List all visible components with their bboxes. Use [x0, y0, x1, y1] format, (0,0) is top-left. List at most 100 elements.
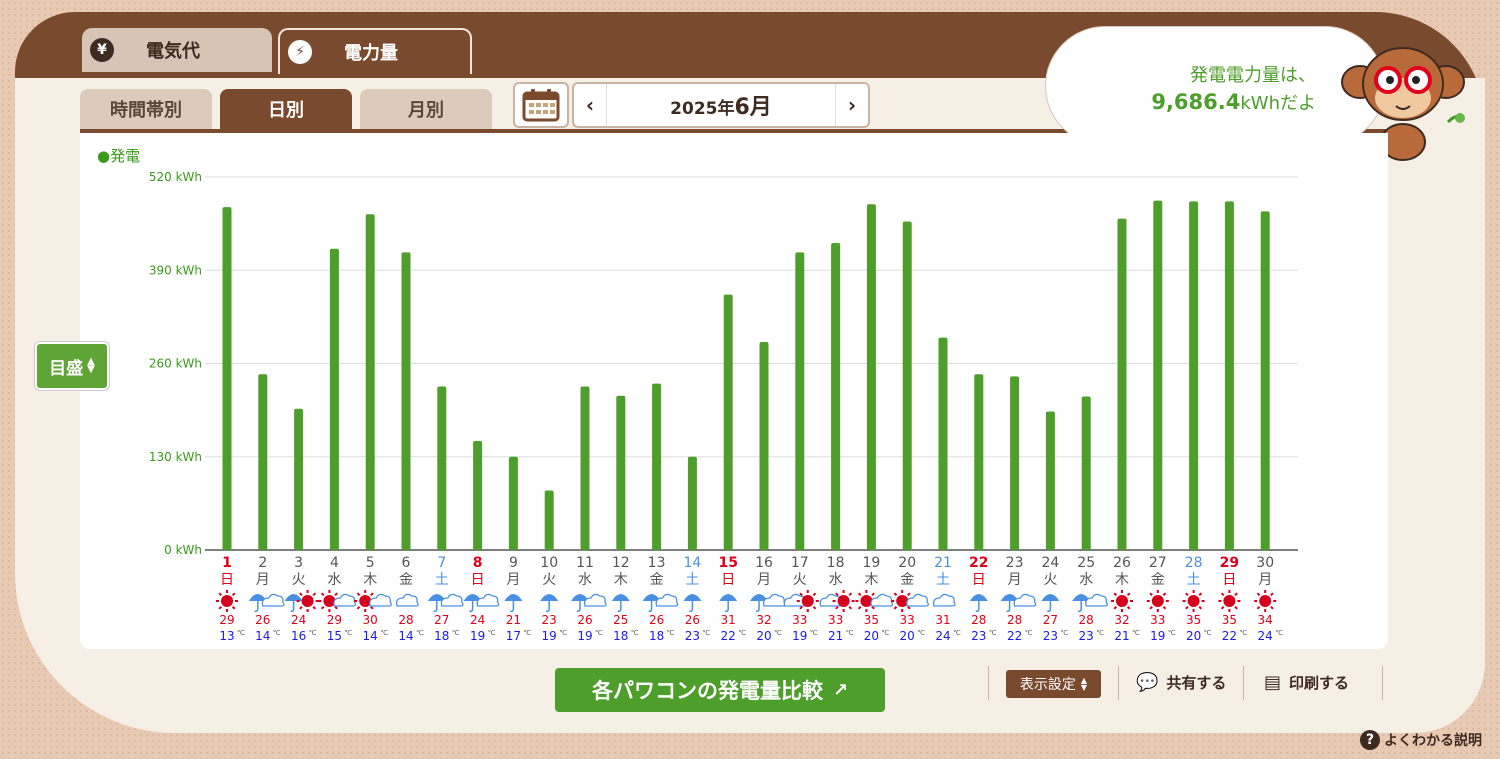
y-tick-label: 130 kWh: [149, 450, 202, 464]
x-tick-weekday: 金: [650, 572, 664, 588]
x-tick-day: 1: [222, 555, 232, 571]
y-tick-label: 260 kWh: [149, 357, 202, 371]
x-tick-weekday: 水: [327, 572, 341, 588]
temp-unit: ℃: [1275, 629, 1283, 637]
high-temp: 28: [1079, 613, 1094, 627]
x-tick-weekday: 土: [936, 572, 950, 588]
x-tick-weekday: 日: [972, 572, 986, 588]
x-tick-day: 2: [258, 555, 267, 571]
low-temp: 24: [1258, 629, 1273, 643]
x-tick-day: 13: [648, 555, 666, 571]
sun-ray: [218, 605, 223, 610]
print-icon: ▤: [1264, 672, 1282, 693]
x-tick-weekday: 土: [435, 572, 449, 588]
bar: [544, 490, 554, 550]
sun-ray: [1149, 592, 1153, 597]
sun-ray: [907, 592, 911, 597]
low-temp: 13: [219, 629, 234, 643]
display-settings-button[interactable]: 表示設定 ▲ ▼: [1006, 670, 1101, 698]
x-tick-weekday: 火: [292, 572, 306, 588]
low-temp: 21: [828, 629, 843, 643]
low-temp: 15: [327, 629, 342, 643]
temp-unit: ℃: [344, 629, 352, 637]
bar: [795, 252, 805, 550]
bar: [938, 337, 948, 550]
sun-ray: [334, 605, 338, 610]
sun-icon: [1116, 595, 1128, 607]
high-temp: 31: [935, 613, 950, 627]
compare-inverters-button[interactable]: 各パワコンの発電量比較 ↗: [555, 668, 885, 712]
compare-inverters-label: 各パワコンの発電量比較: [591, 679, 823, 703]
sun-ray: [1198, 592, 1203, 597]
temp-unit: ℃: [846, 629, 854, 637]
x-tick-weekday: 月: [1008, 572, 1022, 588]
temp-unit: ℃: [1239, 629, 1247, 637]
generation-chart: 0 kWh130 kWh260 kWh390 kWh520 kWh1日2913 ℃…: [149, 170, 1298, 643]
high-temp: 28: [398, 613, 413, 627]
umbrella-handle: [1047, 601, 1052, 612]
temp-unit: ℃: [1096, 629, 1104, 637]
low-temp: 19: [792, 629, 807, 643]
sun-ray: [799, 592, 803, 597]
x-tick-weekday: 日: [471, 572, 485, 588]
x-tick-weekday: 火: [1043, 572, 1057, 588]
sun-ray: [1270, 605, 1274, 610]
temp-unit: ℃: [702, 629, 710, 637]
temp-unit: ℃: [273, 629, 281, 637]
high-temp: 27: [434, 613, 449, 627]
sun-icon: [1187, 595, 1200, 607]
umbrella-handle: [469, 601, 474, 612]
x-tick-day: 16: [755, 555, 773, 571]
bar: [1081, 396, 1091, 550]
x-tick-day: 18: [827, 555, 845, 571]
x-tick-weekday: 木: [614, 572, 628, 588]
x-tick-day: 11: [576, 555, 594, 571]
divider: [1118, 666, 1119, 700]
x-tick-day: 19: [862, 555, 880, 571]
sun-ray: [893, 592, 898, 597]
share-button[interactable]: 💬 共有する: [1136, 672, 1226, 693]
low-temp: 18: [434, 629, 449, 643]
sun-ray: [812, 592, 817, 597]
sun-ray: [907, 605, 911, 610]
x-tick-weekday: 日: [721, 572, 735, 588]
low-temp: 24: [935, 629, 950, 643]
cloud-icon: [476, 593, 500, 607]
sun-icon: [301, 595, 314, 607]
temp-unit: ℃: [595, 629, 603, 637]
temp-unit: ℃: [810, 629, 818, 637]
x-tick-day: 28: [1185, 555, 1203, 571]
sun-icon: [801, 595, 814, 607]
umbrella-handle: [545, 601, 550, 612]
bar: [616, 395, 626, 550]
x-tick-day: 9: [509, 555, 518, 571]
divider: [988, 666, 989, 700]
x-tick-weekday: 月: [1258, 572, 1272, 588]
umbrella-handle: [975, 601, 980, 612]
x-tick-day: 3: [294, 555, 303, 571]
x-tick-day: 7: [437, 555, 446, 571]
cloud-icon: [1085, 593, 1108, 607]
sun-ray: [356, 592, 361, 597]
display-settings-label: 表示設定: [1019, 677, 1076, 693]
high-temp: 32: [1114, 613, 1129, 627]
external-link-icon: ↗: [832, 679, 849, 701]
high-temp: 34: [1258, 613, 1273, 627]
umbrella-icon: [611, 594, 630, 601]
bar: [723, 294, 733, 550]
scale-button[interactable]: 目盛 ▲ ▼: [35, 342, 109, 390]
sun-ray: [356, 605, 361, 610]
high-temp: 33: [828, 613, 843, 627]
x-tick-weekday: 土: [1187, 572, 1201, 588]
umbrella-icon: [969, 594, 988, 601]
high-temp: 33: [792, 613, 807, 627]
bar: [1045, 411, 1055, 550]
bar: [866, 204, 876, 550]
bar: [687, 456, 697, 550]
bar: [365, 214, 375, 551]
sun-ray: [1185, 592, 1189, 597]
x-tick-day: 4: [330, 555, 339, 571]
temp-unit: ℃: [917, 629, 925, 637]
help-link[interactable]: ? よくわかる説明: [1360, 730, 1482, 750]
print-button[interactable]: ▤ 印刷する: [1264, 672, 1349, 693]
